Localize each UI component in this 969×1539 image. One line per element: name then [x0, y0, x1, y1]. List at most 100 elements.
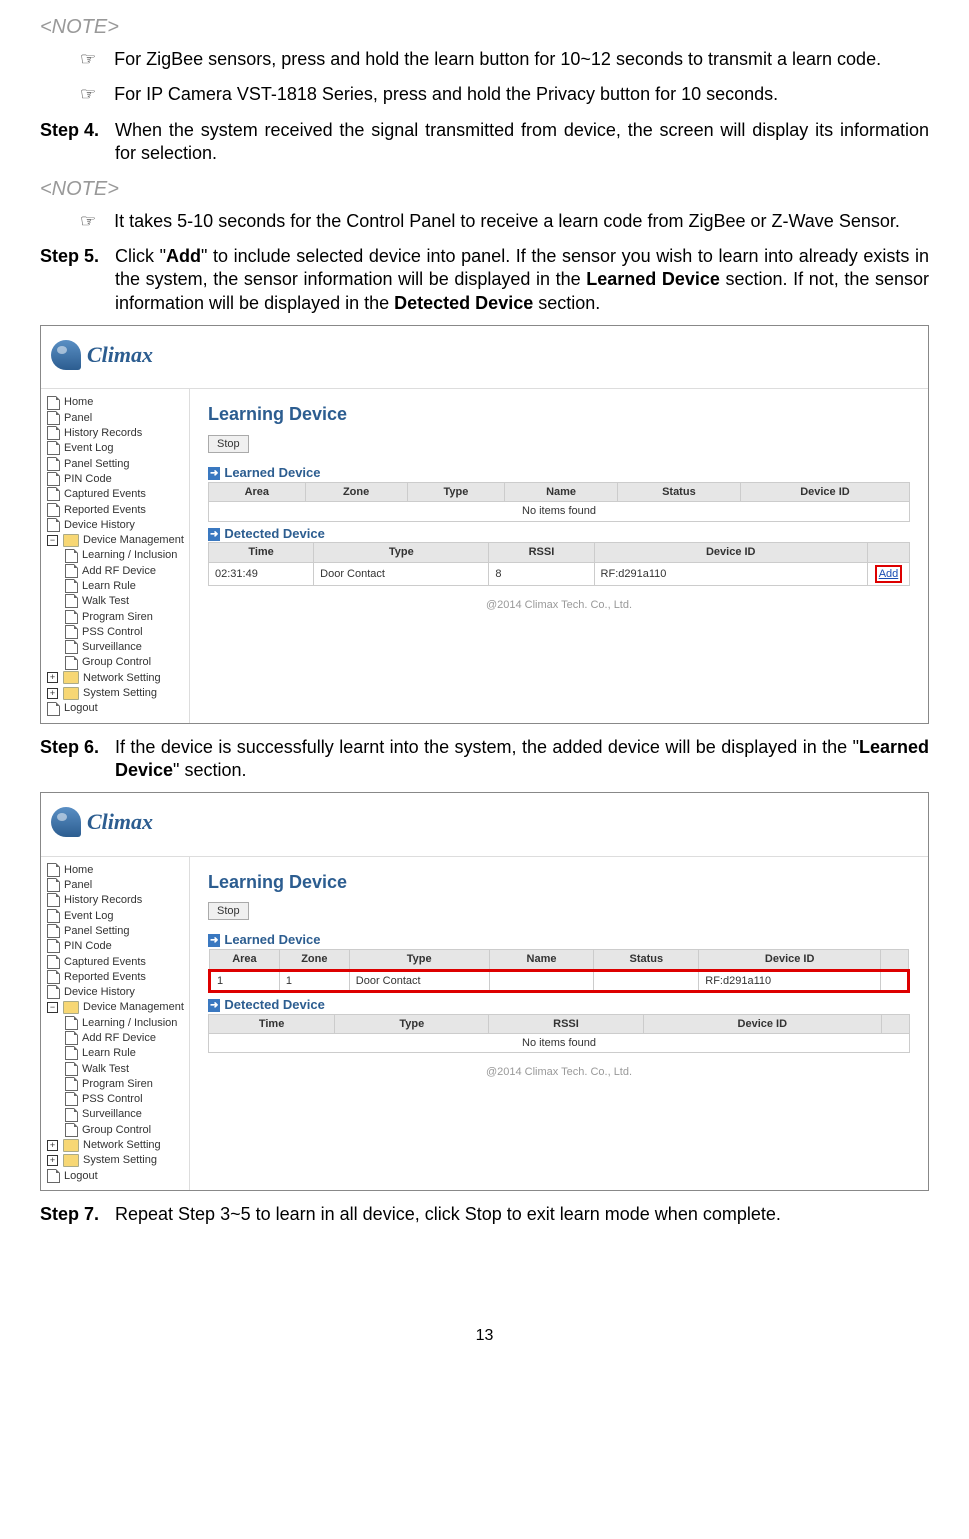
nav-system[interactable]: +System Setting: [47, 686, 185, 701]
col-type: Type: [349, 950, 489, 970]
nav-home[interactable]: Home: [47, 395, 185, 410]
nav-learn-rule[interactable]: Learn Rule: [47, 1046, 185, 1061]
nav-device-mgmt[interactable]: −Device Management: [47, 1000, 185, 1015]
nav-history[interactable]: History Records: [47, 893, 185, 908]
add-link[interactable]: Add: [879, 568, 899, 580]
nav-system[interactable]: +System Setting: [47, 1153, 185, 1168]
nav-pin[interactable]: PIN Code: [47, 472, 185, 487]
brand-name: Climax: [87, 808, 153, 837]
nav-surveillance[interactable]: Surveillance: [47, 1107, 185, 1122]
col-status: Status: [594, 950, 699, 970]
col-device-id: Device ID: [740, 483, 909, 502]
bold-add: Add: [166, 246, 201, 266]
nav-panel-setting[interactable]: Panel Setting: [47, 457, 185, 472]
text: section.: [533, 293, 600, 313]
nav-device-history[interactable]: Device History: [47, 985, 185, 1000]
nav-learning[interactable]: Learning / Inclusion: [47, 1016, 185, 1031]
expand-icon[interactable]: +: [47, 688, 58, 699]
nav-event-log[interactable]: Event Log: [47, 909, 185, 924]
nav-network[interactable]: +Network Setting: [47, 1138, 185, 1153]
nav-pin[interactable]: PIN Code: [47, 939, 185, 954]
nav-walk-test[interactable]: Walk Test: [47, 594, 185, 609]
nav-group-control[interactable]: Group Control: [47, 1123, 185, 1138]
nav-network[interactable]: +Network Setting: [47, 671, 185, 686]
nav-surveillance[interactable]: Surveillance: [47, 640, 185, 655]
nav-learn-rule[interactable]: Learn Rule: [47, 579, 185, 594]
nav-pss[interactable]: PSS Control: [47, 625, 185, 640]
arrow-icon: ➜: [208, 528, 220, 541]
step-4: Step 4. When the system received the sig…: [40, 119, 929, 166]
nav-group-control[interactable]: Group Control: [47, 655, 185, 670]
page-icon: [47, 970, 60, 984]
nav-logout[interactable]: Logout: [47, 701, 185, 716]
page-icon: [47, 863, 60, 877]
cell-name: [489, 970, 594, 991]
stop-button[interactable]: Stop: [208, 435, 249, 453]
nav-panel-setting[interactable]: Panel Setting: [47, 924, 185, 939]
bold-learned: Learned Device: [586, 269, 720, 289]
nav-logout[interactable]: Logout: [47, 1169, 185, 1184]
collapse-icon[interactable]: −: [47, 1002, 58, 1013]
expand-icon[interactable]: +: [47, 1155, 58, 1166]
page-icon: [65, 594, 78, 608]
step-text: When the system received the signal tran…: [115, 119, 929, 166]
nav-home[interactable]: Home: [47, 863, 185, 878]
logo: Climax: [51, 340, 153, 370]
stop-button[interactable]: Stop: [208, 902, 249, 920]
expand-icon[interactable]: +: [47, 1140, 58, 1151]
col-device-id: Device ID: [699, 950, 881, 970]
nav-pss[interactable]: PSS Control: [47, 1092, 185, 1107]
nav-captured[interactable]: Captured Events: [47, 487, 185, 502]
nav-reported[interactable]: Reported Events: [47, 503, 185, 518]
page-icon: [47, 702, 60, 716]
nav-history[interactable]: History Records: [47, 426, 185, 441]
page-icon: [47, 985, 60, 999]
nav-panel[interactable]: Panel: [47, 878, 185, 893]
footer-text: @2014 Climax Tech. Co., Ltd.: [208, 1065, 910, 1079]
col-area: Area: [209, 483, 306, 502]
nav-device-mgmt[interactable]: −Device Management: [47, 533, 185, 548]
nav-program-siren[interactable]: Program Siren: [47, 610, 185, 625]
page-number: 13: [40, 1326, 929, 1347]
nav-program-siren[interactable]: Program Siren: [47, 1077, 185, 1092]
nav-add-rf[interactable]: Add RF Device: [47, 1031, 185, 1046]
nav-device-history[interactable]: Device History: [47, 518, 185, 533]
nav-captured[interactable]: Captured Events: [47, 955, 185, 970]
collapse-icon[interactable]: −: [47, 535, 58, 546]
page-icon: [47, 426, 60, 440]
folder-icon: [63, 687, 79, 700]
no-items: No items found: [209, 502, 910, 521]
col-name: Name: [489, 950, 594, 970]
page-icon: [47, 396, 60, 410]
nav-panel[interactable]: Panel: [47, 411, 185, 426]
nav-reported[interactable]: Reported Events: [47, 970, 185, 985]
page-icon: [47, 1169, 60, 1183]
text: " section.: [173, 760, 246, 780]
page-icon: [47, 955, 60, 969]
nav-walk-test[interactable]: Walk Test: [47, 1062, 185, 1077]
bullet-item: ☞ For IP Camera VST-1818 Series, press a…: [80, 83, 929, 106]
col-device-id: Device ID: [643, 1014, 881, 1033]
step-7: Step 7. Repeat Step 3~5 to learn in all …: [40, 1203, 929, 1226]
pointer-icon: ☞: [80, 48, 96, 71]
bold-detected: Detected Device: [394, 293, 533, 313]
learned-heading: ➜Learned Device: [208, 932, 910, 949]
page-icon: [65, 1062, 78, 1076]
note-heading: <NOTE>: [40, 14, 929, 40]
page-icon: [47, 472, 60, 486]
page-icon: [65, 656, 78, 670]
pointer-icon: ☞: [80, 210, 96, 233]
col-rssi: RSSI: [489, 1014, 643, 1033]
nav-event-log[interactable]: Event Log: [47, 441, 185, 456]
folder-icon: [63, 534, 79, 547]
nav-add-rf[interactable]: Add RF Device: [47, 564, 185, 579]
learned-table: Area Zone Type Name Status Device ID 1 1…: [208, 949, 910, 993]
expand-icon[interactable]: +: [47, 672, 58, 683]
step-text: Click "Add" to include selected device i…: [115, 245, 929, 315]
learned-heading: ➜Learned Device: [208, 465, 910, 482]
nav-learning[interactable]: Learning / Inclusion: [47, 548, 185, 563]
folder-icon: [63, 1139, 79, 1152]
bullet-text: For ZigBee sensors, press and hold the l…: [114, 48, 929, 71]
bullet-text: It takes 5-10 seconds for the Control Pa…: [114, 210, 929, 233]
folder-icon: [63, 671, 79, 684]
